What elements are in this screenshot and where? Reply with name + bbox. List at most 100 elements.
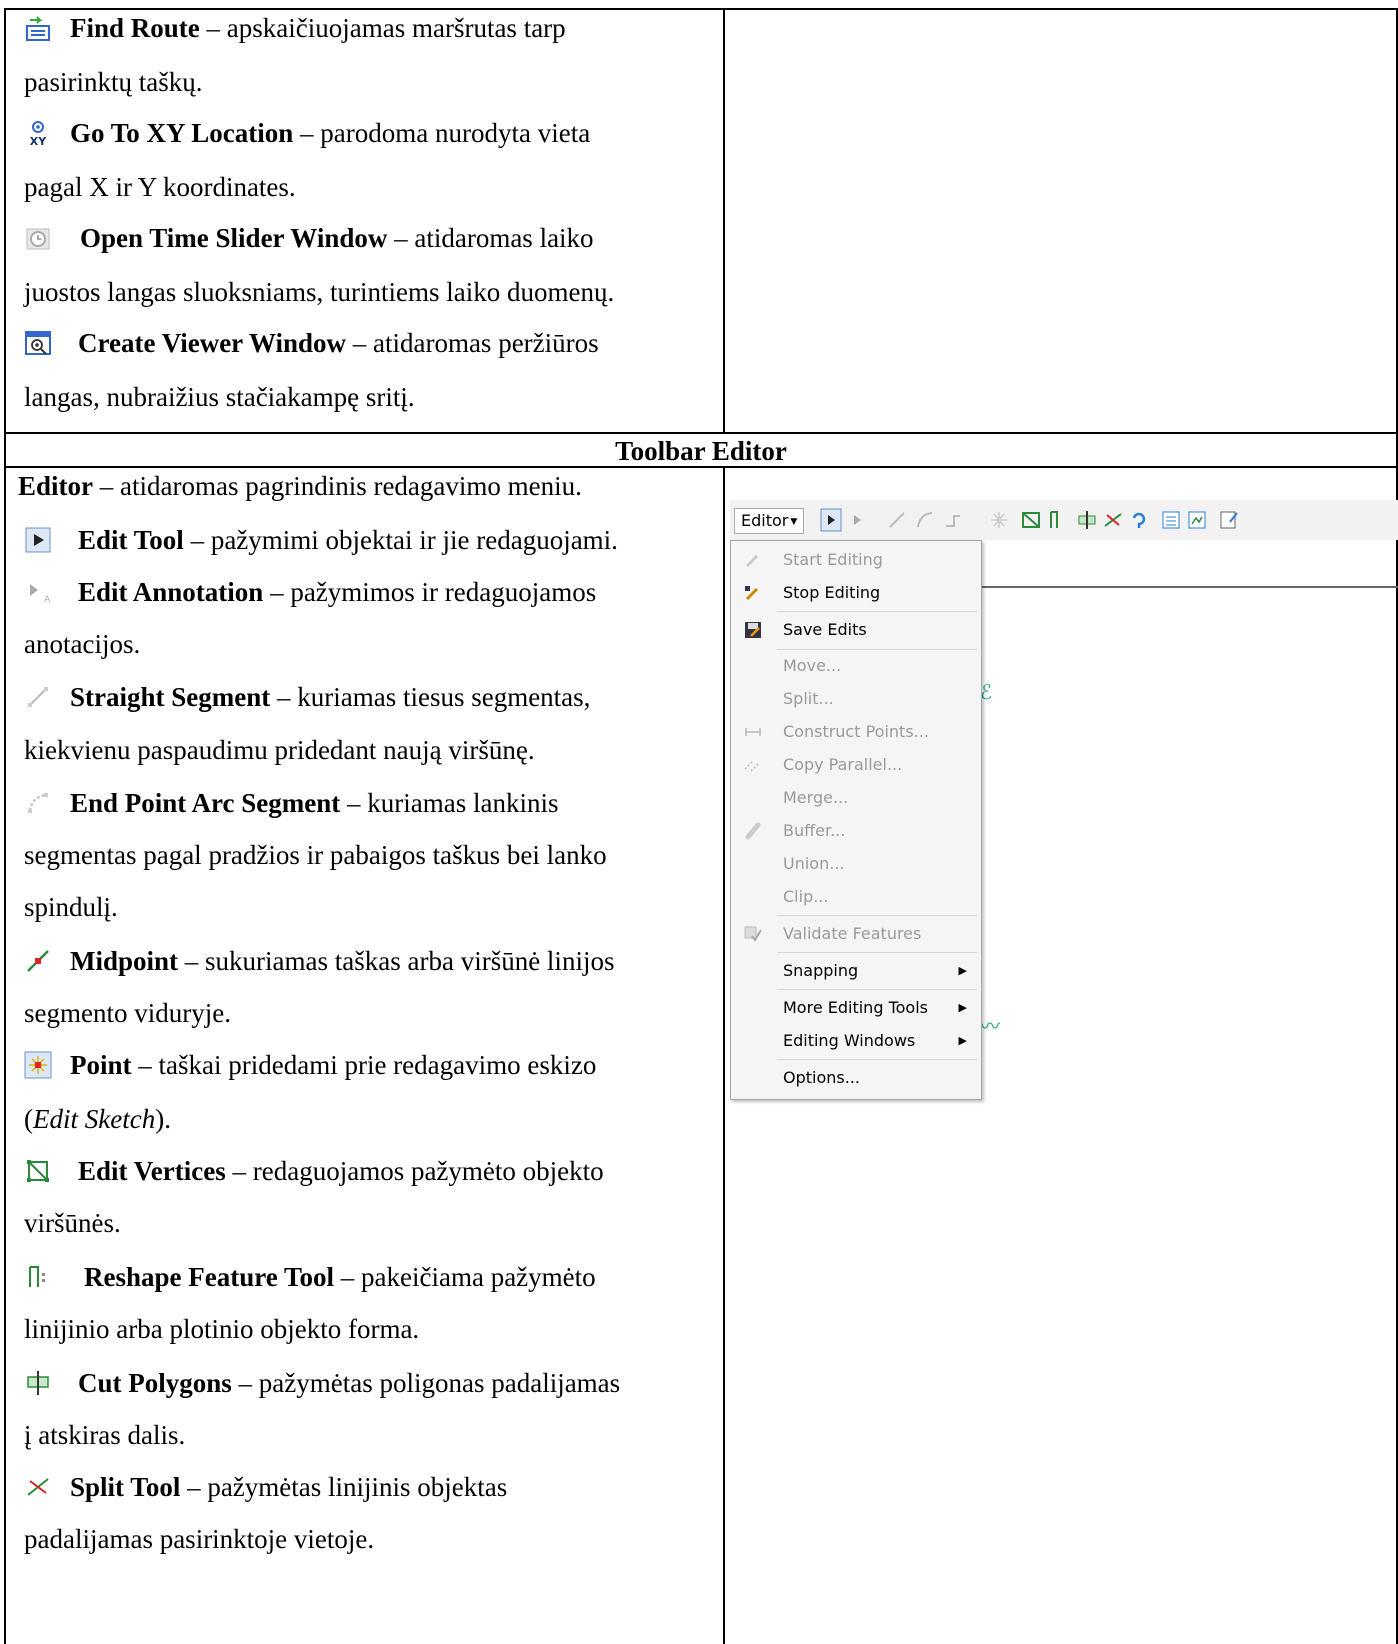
entry-desc: viršūnės. bbox=[24, 1208, 121, 1238]
entry-desc: kiekvienu paspaudimu pridedant naują vir… bbox=[24, 735, 535, 765]
arc-segment-button[interactable] bbox=[914, 508, 936, 532]
stop-editing-icon bbox=[743, 583, 763, 603]
entry-desc: – kuriamas lankinis bbox=[340, 788, 559, 818]
menu-item-editing-windows[interactable]: Editing Windows ▶ bbox=[731, 1026, 981, 1056]
sketch-properties-button[interactable] bbox=[1186, 508, 1208, 532]
menu-item-label: Validate Features bbox=[783, 924, 922, 943]
entry-desc: – kuriamas tiesus segmentas, bbox=[270, 682, 591, 712]
edit-annotation-button[interactable] bbox=[848, 508, 870, 532]
attributes-button[interactable] bbox=[1160, 508, 1182, 532]
menu-separator bbox=[777, 952, 977, 953]
entry-desc: ( bbox=[24, 1104, 33, 1134]
menu-item-split[interactable]: Split... bbox=[731, 684, 981, 714]
edit-vertices-button[interactable] bbox=[1020, 508, 1042, 532]
menu-item-merge[interactable]: Merge... bbox=[731, 783, 981, 813]
create-features-button[interactable] bbox=[1218, 508, 1240, 532]
entry-midpoint: Midpoint – sukuriamas taškas arba viršūn… bbox=[24, 934, 614, 988]
entry-name: Go To XY Location bbox=[70, 118, 294, 148]
entry-cut-polygons: Cut Polygons – pažymėtas poligonas padal… bbox=[24, 1356, 620, 1410]
entry-desc: pasirinktų taškų. bbox=[24, 67, 203, 97]
split-button[interactable] bbox=[1102, 508, 1124, 532]
menu-item-union[interactable]: Union... bbox=[731, 849, 981, 879]
menu-item-construct-points[interactable]: Construct Points... bbox=[731, 717, 981, 747]
entry-desc: linijinio arba plotinio objekto forma. bbox=[24, 1314, 420, 1344]
editor-menu-button[interactable]: Editor ▼ bbox=[734, 508, 805, 534]
menu-item-validate-features[interactable]: Validate Features bbox=[731, 919, 981, 949]
construct-points-icon bbox=[743, 722, 763, 742]
table-border-left bbox=[4, 8, 6, 1644]
table-border-mid-lower bbox=[723, 466, 725, 1644]
entry-arc-segment-cont1: segmentas pagal pradžios ir pabaigos taš… bbox=[24, 828, 607, 882]
menu-item-clip[interactable]: Clip... bbox=[731, 882, 981, 912]
entry-desc: – pakeičiama pažymėto bbox=[334, 1262, 596, 1292]
editor-button-label: Editor bbox=[741, 511, 789, 530]
cut-polygons-button[interactable] bbox=[1076, 508, 1098, 532]
entry-desc: anotacijos. bbox=[24, 629, 141, 659]
entry-name: End Point Arc Segment bbox=[70, 788, 341, 818]
entry-name: Midpoint bbox=[70, 946, 179, 976]
submenu-arrow-icon: ▶ bbox=[958, 964, 967, 977]
entry-go-to-xy: XY Go To XY Location – parodoma nurodyta … bbox=[24, 106, 590, 160]
cut-polygons-icon bbox=[24, 1369, 52, 1397]
entry-edit-tool: Edit Tool – pažymimi objektai ir jie red… bbox=[24, 513, 618, 567]
menu-item-label: Split... bbox=[783, 689, 834, 708]
entry-arc-segment-cont2: spindulį. bbox=[24, 880, 118, 934]
entry-midpoint-cont: segmento viduryje. bbox=[24, 986, 231, 1040]
straight-segment-icon bbox=[24, 683, 52, 711]
menu-item-stop-editing[interactable]: Stop Editing bbox=[731, 578, 981, 608]
entry-cut-polygons-cont: į atskiras dalis. bbox=[24, 1408, 185, 1462]
entry-viewer-window: Create Viewer Window – atidaromas peržiū… bbox=[24, 316, 599, 370]
clock-icon bbox=[24, 224, 52, 252]
dropdown-caret-icon: ▼ bbox=[790, 517, 798, 527]
editor-toolbar: Editor ▼ bbox=[730, 500, 1398, 540]
entry-straight-segment: Straight Segment – kuriamas tiesus segme… bbox=[24, 670, 590, 724]
arc-segment-icon bbox=[24, 789, 52, 817]
menu-item-label: Options... bbox=[783, 1068, 860, 1087]
entry-desc: padalijamas pasirinktoje vietoje. bbox=[24, 1524, 375, 1554]
entry-time-slider-cont: juostos langas sluoksniams, turintiems l… bbox=[24, 265, 614, 319]
edit-annotation-icon: A bbox=[24, 578, 52, 606]
menu-item-label: Move... bbox=[783, 656, 842, 675]
validate-features-icon bbox=[743, 924, 763, 944]
point-button[interactable] bbox=[988, 508, 1010, 532]
entry-name: Open Time Slider Window bbox=[80, 223, 388, 253]
straight-segment-button[interactable] bbox=[886, 508, 908, 532]
entry-viewer-window-cont: langas, nubraižius stačiakampę sritį. bbox=[24, 370, 415, 424]
edit-vertices-icon bbox=[24, 1157, 52, 1185]
point-icon bbox=[24, 1051, 52, 1079]
rotate-button[interactable] bbox=[1128, 508, 1150, 532]
entry-editor: Editor – atidaromas pagrindinis redagavi… bbox=[18, 459, 582, 513]
entry-desc: – atidaromas pagrindinis redagavimo meni… bbox=[93, 471, 582, 501]
svg-text:XY: XY bbox=[30, 135, 47, 147]
menu-item-label: Buffer... bbox=[783, 821, 846, 840]
menu-item-label: Union... bbox=[783, 854, 845, 873]
menu-item-buffer[interactable]: Buffer... bbox=[731, 816, 981, 846]
entry-desc: ). bbox=[155, 1104, 171, 1134]
edit-tool-icon bbox=[24, 526, 52, 554]
edit-tool-button[interactable] bbox=[820, 508, 842, 532]
entry-name: Edit Tool bbox=[78, 525, 184, 555]
svg-text:A: A bbox=[44, 595, 51, 605]
entry-reshape: Reshape Feature Tool – pakeičiama pažymė… bbox=[24, 1250, 596, 1304]
entry-name: Edit Annotation bbox=[78, 577, 264, 607]
entry-name: Straight Segment bbox=[70, 682, 271, 712]
menu-item-label: Stop Editing bbox=[783, 583, 881, 602]
menu-item-options[interactable]: Options... bbox=[731, 1063, 981, 1093]
entry-edit-vertices-cont: viršūnės. bbox=[24, 1196, 121, 1250]
menu-item-snapping[interactable]: Snapping ▶ bbox=[731, 956, 981, 986]
menu-item-copy-parallel[interactable]: Copy Parallel... bbox=[731, 750, 981, 780]
menu-item-label: Merge... bbox=[783, 788, 849, 807]
menu-item-save-edits[interactable]: Save Edits bbox=[731, 615, 981, 645]
menu-item-label: Editing Windows bbox=[783, 1031, 916, 1050]
entry-desc: langas, nubraižius stačiakampę sritį. bbox=[24, 382, 415, 412]
reshape-button[interactable] bbox=[1046, 508, 1068, 532]
entry-desc: – pažymimos ir redaguojamos bbox=[263, 577, 597, 607]
trace-button[interactable] bbox=[942, 508, 964, 532]
menu-item-start-editing[interactable]: Start Editing bbox=[731, 545, 981, 575]
editor-toolbar-screenshot: Editor▼ ℰ 〰 Start Editing Stop Editing bbox=[730, 500, 1398, 1100]
menu-item-label: Save Edits bbox=[783, 620, 867, 639]
entry-name: Create Viewer Window bbox=[78, 328, 346, 358]
entry-name: Split Tool bbox=[70, 1472, 181, 1502]
menu-item-move[interactable]: Move... bbox=[731, 651, 981, 681]
menu-item-more-editing-tools[interactable]: More Editing Tools ▶ bbox=[731, 993, 981, 1023]
